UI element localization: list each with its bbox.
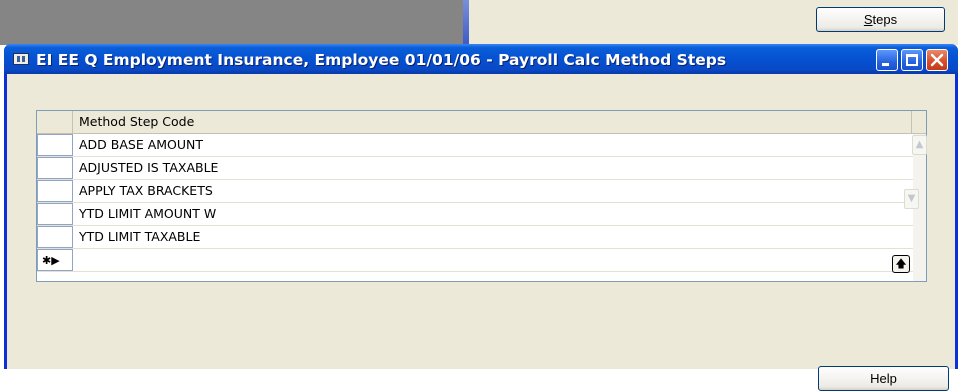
row-selector[interactable] — [37, 157, 73, 179]
new-row[interactable]: ✱▶ — [37, 249, 926, 272]
steps-button[interactable]: Steps — [816, 7, 945, 32]
table-row[interactable]: YTD LIMIT TAXABLE — [37, 226, 926, 249]
form-icon[interactable] — [13, 53, 29, 65]
scroll-up-icon[interactable]: ▲ — [912, 135, 927, 155]
table-row[interactable]: ADD BASE AMOUNT — [37, 134, 926, 157]
row-selector[interactable] — [37, 226, 73, 248]
table-row[interactable]: APPLY TAX BRACKETS — [37, 180, 926, 203]
method-step-cell[interactable]: YTD LIMIT AMOUNT W — [74, 203, 912, 225]
window-title: EI EE Q Employment Insurance, Employee 0… — [36, 51, 727, 69]
help-button[interactable]: Help — [818, 366, 949, 391]
new-row-cell[interactable] — [74, 249, 912, 271]
new-row-selector[interactable]: ✱▶ — [37, 249, 73, 271]
steps-label: teps — [872, 12, 898, 27]
method-step-cell[interactable]: YTD LIMIT TAXABLE — [74, 226, 912, 248]
background-app-area — [0, 0, 463, 45]
maximize-icon[interactable] — [901, 49, 923, 71]
method-step-cell[interactable]: APPLY TAX BRACKETS — [74, 180, 912, 202]
table-row[interactable]: ADJUSTED IS TAXABLE — [37, 157, 926, 180]
grid-rows: ADD BASE AMOUNT ADJUSTED IS TAXABLE APPL… — [37, 134, 926, 272]
up-arrow-icon[interactable]: 🡅 — [892, 255, 910, 273]
method-step-cell[interactable]: ADD BASE AMOUNT — [74, 134, 912, 156]
method-step-cell[interactable]: ADJUSTED IS TAXABLE — [74, 157, 912, 179]
table-row[interactable]: YTD LIMIT AMOUNT W — [37, 203, 926, 226]
header-row-selector[interactable] — [37, 111, 73, 133]
steps-accel-key: S — [863, 12, 873, 27]
method-steps-grid: Method Step Code ADD BASE AMOUNT ADJUSTE… — [36, 110, 927, 282]
row-selector[interactable] — [37, 203, 73, 225]
row-selector[interactable] — [37, 134, 73, 156]
row-selector[interactable] — [37, 180, 73, 202]
payroll-calc-method-steps-window: EI EE Q Employment Insurance, Employee 0… — [4, 44, 958, 391]
header-filler — [913, 111, 926, 133]
new-record-icon: ✱▶ — [42, 254, 60, 267]
grid-header: Method Step Code — [37, 111, 926, 134]
minimize-icon[interactable] — [876, 49, 898, 71]
column-header-method-step-code[interactable]: Method Step Code — [74, 111, 912, 133]
close-icon[interactable] — [926, 49, 948, 71]
title-bar[interactable]: EI EE Q Employment Insurance, Employee 0… — [4, 44, 958, 74]
scroll-down-icon[interactable]: ▼ — [904, 189, 919, 209]
